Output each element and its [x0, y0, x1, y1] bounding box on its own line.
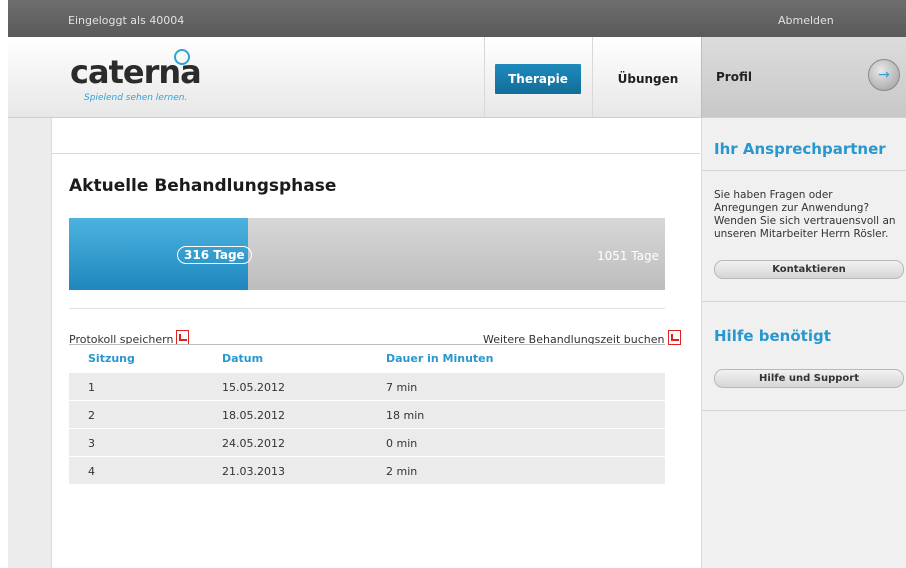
cell-datum: 15.05.2012 [222, 381, 285, 394]
contact-button[interactable]: Kontaktieren [714, 260, 904, 279]
logo-tagline: Spielend sehen lernen. [84, 93, 188, 103]
column-header-sitzung: Sitzung [88, 352, 135, 365]
profil-arrow-button[interactable]: → [868, 59, 900, 91]
left-strip [8, 118, 52, 568]
column-header-datum: Datum [222, 352, 264, 365]
cell-sitzung: 3 [88, 437, 95, 450]
help-title: Hilfe benötigt [714, 327, 831, 345]
tab-profil[interactable]: Profil [716, 70, 752, 84]
arrow-right-icon: → [878, 67, 890, 83]
sidebar-divider [702, 170, 906, 171]
table-top-rule [69, 344, 665, 345]
page-title: Aktuelle Behandlungsphase [69, 176, 337, 196]
cell-datum: 21.03.2013 [222, 465, 285, 478]
table-row: 4 21.03.2013 2 min [69, 457, 665, 485]
logout-link[interactable]: Abmelden [778, 14, 834, 27]
table-row: 1 15.05.2012 7 min [69, 373, 665, 401]
cell-datum: 24.05.2012 [222, 437, 285, 450]
cell-sitzung: 1 [88, 381, 95, 394]
logged-in-text: Eingeloggt als 40004 [68, 14, 185, 27]
nav-separator [592, 37, 593, 117]
tab-uebungen[interactable]: Übungen [608, 64, 688, 94]
sidebar-divider [702, 301, 906, 302]
cell-sitzung: 4 [88, 465, 95, 478]
header: caterna Spielend sehen lernen. Therapie … [8, 37, 906, 118]
cell-sitzung: 2 [88, 409, 95, 422]
logo-ring-icon [174, 49, 190, 65]
column-header-dauer: Dauer in Minuten [386, 352, 494, 365]
right-sidebar: Ihr Ansprechpartner Sie haben Fragen ode… [701, 118, 906, 568]
nav-separator [484, 37, 485, 117]
progress-done-label: 316 Tage [177, 246, 252, 264]
pdf-icon [667, 330, 681, 345]
table-row: 2 18.05.2012 18 min [69, 401, 665, 429]
cell-dauer: 0 min [386, 437, 418, 450]
treatment-progress-bar: 316 Tage 1051 Tage [69, 218, 665, 290]
progress-total-label: 1051 Tage [596, 249, 659, 263]
table-row: 3 24.05.2012 0 min [69, 429, 665, 457]
main-top-divider [52, 153, 700, 154]
profil-area: Profil → [701, 37, 906, 117]
top-bar: Eingeloggt als 40004 Abmelden [8, 0, 906, 37]
cell-datum: 18.05.2012 [222, 409, 285, 422]
cell-dauer: 18 min [386, 409, 425, 422]
page-left-edge [0, 0, 8, 568]
tab-therapie[interactable]: Therapie [495, 64, 581, 94]
cell-dauer: 7 min [386, 381, 418, 394]
caterna-logo[interactable]: caterna Spielend sehen lernen. [70, 49, 202, 103]
cell-dauer: 2 min [386, 465, 418, 478]
contact-text: Sie haben Fragen oder Anregungen zur Anw… [714, 189, 896, 240]
contact-title: Ihr Ansprechpartner [714, 140, 886, 158]
help-support-button[interactable]: Hilfe und Support [714, 369, 904, 388]
sidebar-divider [702, 410, 906, 411]
pdf-icon [176, 330, 190, 345]
section-divider [69, 308, 665, 309]
